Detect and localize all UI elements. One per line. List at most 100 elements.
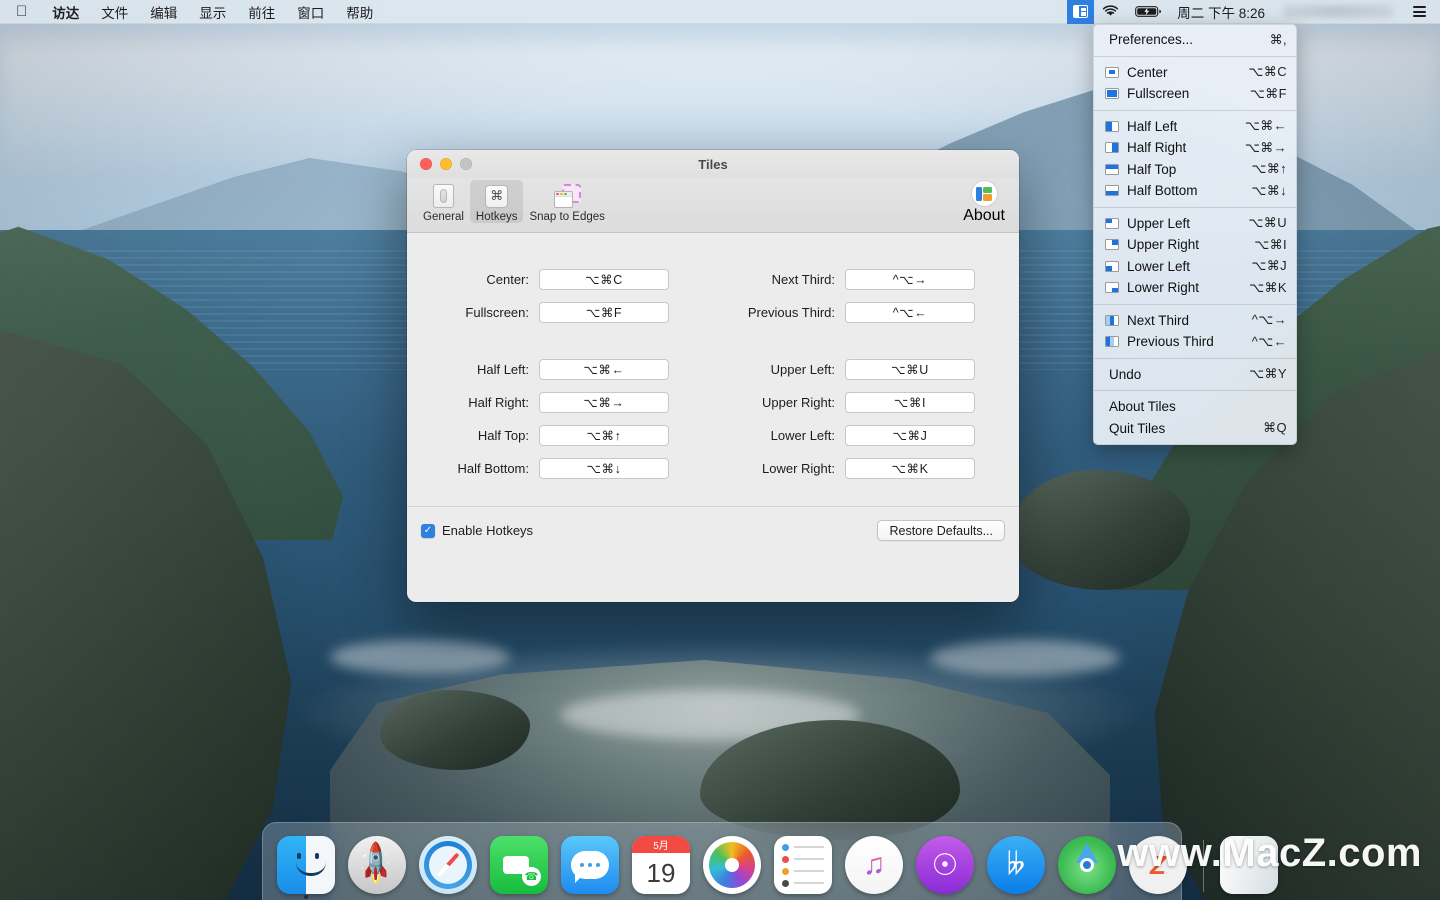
- hotkey-field-lower-right[interactable]: ⌥⌘K: [845, 458, 975, 479]
- battery-charging-icon[interactable]: [1127, 0, 1171, 24]
- menu-item-shortcut: ⌘,: [1269, 31, 1287, 47]
- hotkey-row-center: Center: ⌥⌘C: [407, 263, 713, 296]
- menubar-item-finder[interactable]: 访达: [41, 2, 90, 22]
- menu-item-label: Half Left: [1127, 118, 1178, 134]
- enable-hotkeys-checkbox[interactable]: ✓ Enable Hotkeys: [421, 523, 533, 538]
- app-store-icon: 𝄫: [987, 836, 1045, 894]
- dock-item-safari[interactable]: [419, 836, 477, 894]
- menu-item-shortcut: ⌥⌘←: [1244, 118, 1287, 134]
- menubar-item-go[interactable]: 前往: [237, 2, 286, 22]
- hotkey-field-half-left[interactable]: ⌥⌘←: [539, 359, 669, 380]
- menubar-item-file[interactable]: 文件: [90, 2, 139, 22]
- menu-bar:  访达 文件 编辑 显示 前往 窗口 帮助 周二: [0, 0, 1440, 24]
- menu-item-label: Upper Right: [1127, 237, 1200, 253]
- hotkey-row-lower-right: Lower Right: ⌥⌘K: [713, 452, 1019, 485]
- menu-item-previous-third[interactable]: Previous Third ^⌥←: [1094, 331, 1296, 353]
- menu-item-half-left[interactable]: Half Left ⌥⌘←: [1094, 116, 1296, 138]
- music-icon: ♫: [845, 836, 903, 894]
- tab-label: General: [423, 211, 464, 223]
- about-button[interactable]: About: [963, 178, 1009, 225]
- menu-item-lower-left[interactable]: Lower Left ⌥⌘J: [1094, 256, 1296, 278]
- hotkey-label: Previous Third:: [747, 305, 835, 320]
- dock-item-calendar[interactable]: 5月 19: [632, 836, 690, 894]
- wifi-icon[interactable]: [1094, 0, 1127, 24]
- hotkey-label: Lower Right:: [762, 461, 835, 476]
- menu-item-center[interactable]: Center ⌥⌘C: [1094, 62, 1296, 84]
- hotkey-field-fullscreen[interactable]: ⌥⌘F: [539, 302, 669, 323]
- hotkey-label: Upper Right:: [762, 395, 835, 410]
- hotkey-field-upper-left[interactable]: ⌥⌘U: [845, 359, 975, 380]
- hotkey-column-right: Next Third: ^⌥→ Previous Third: ^⌥← Uppe…: [713, 263, 1019, 540]
- dock-item-app-store[interactable]: 𝄫: [987, 836, 1045, 894]
- menu-item-label: Preferences...: [1109, 32, 1194, 48]
- safari-icon: [419, 836, 477, 894]
- restore-defaults-button[interactable]: Restore Defaults...: [877, 520, 1005, 541]
- menu-item-next-third[interactable]: Next Third ^⌥→: [1094, 310, 1296, 332]
- dock-item-messages[interactable]: [561, 836, 619, 894]
- menu-item-shortcut: ⌥⌘↓: [1251, 182, 1287, 198]
- window-toolbar: General ⌘ Hotkeys Snap to Edges About: [407, 178, 1019, 233]
- account-name-blurred[interactable]: [1275, 0, 1401, 24]
- photos-icon: [703, 836, 761, 894]
- hotkey-field-half-bottom[interactable]: ⌥⌘↓: [539, 458, 669, 479]
- hotkey-field-next-third[interactable]: ^⌥→: [845, 269, 975, 290]
- menubar-status-area: 周二 下午 8:26: [1067, 0, 1440, 24]
- menu-item-half-right[interactable]: Half Right ⌥⌘→: [1094, 137, 1296, 159]
- hotkey-field-previous-third[interactable]: ^⌥←: [845, 302, 975, 323]
- tile-next-third-icon: [1104, 314, 1120, 326]
- checkbox-label: Enable Hotkeys: [442, 523, 534, 538]
- menu-item-shortcut: ⌥⌘C: [1248, 64, 1287, 80]
- menu-item-half-top[interactable]: Half Top ⌥⌘↑: [1094, 159, 1296, 181]
- menu-item-preferences[interactable]: Preferences... ⌘,: [1094, 29, 1296, 51]
- hotkey-field-center[interactable]: ⌥⌘C: [539, 269, 669, 290]
- hotkey-field-half-top[interactable]: ⌥⌘↑: [539, 425, 669, 446]
- window-titlebar[interactable]: Tiles: [407, 150, 1019, 178]
- dock-item-find-my[interactable]: [1058, 836, 1116, 894]
- menubar-clock[interactable]: 周二 下午 8:26: [1171, 2, 1275, 22]
- menu-item-label: Upper Left: [1127, 215, 1191, 231]
- hotkey-row-half-bottom: Half Bottom: ⌥⌘↓: [407, 452, 713, 485]
- tile-upper-left-icon: [1104, 217, 1120, 229]
- menu-item-about-tiles[interactable]: About Tiles: [1094, 396, 1296, 418]
- find-my-icon: [1058, 836, 1116, 894]
- menubar-item-help[interactable]: 帮助: [335, 2, 384, 22]
- dock-item-music[interactable]: ♫: [845, 836, 903, 894]
- tab-hotkeys[interactable]: ⌘ Hotkeys: [469, 180, 524, 223]
- menu-separator: [1094, 390, 1296, 391]
- control-center-icon[interactable]: [1401, 6, 1440, 17]
- menu-item-shortcut: ⌥⌘F: [1249, 85, 1287, 101]
- hotkey-row-half-right: Half Right: ⌥⌘→: [407, 386, 713, 419]
- dock-item-finder[interactable]: [277, 836, 335, 899]
- menu-item-lower-right[interactable]: Lower Right ⌥⌘K: [1094, 277, 1296, 299]
- hotkey-field-lower-left[interactable]: ⌥⌘J: [845, 425, 975, 446]
- tiles-menu-icon[interactable]: [1067, 0, 1095, 24]
- dock-item-photos[interactable]: [703, 836, 761, 894]
- menu-item-upper-left[interactable]: Upper Left ⌥⌘U: [1094, 213, 1296, 235]
- dock-item-reminders[interactable]: [774, 836, 832, 894]
- dock-item-launchpad[interactable]: 🚀: [348, 836, 406, 894]
- tab-snap-to-edges[interactable]: Snap to Edges: [523, 180, 610, 223]
- menu-item-undo[interactable]: Undo ⌥⌘Y: [1094, 364, 1296, 386]
- hotkey-field-half-right[interactable]: ⌥⌘→: [539, 392, 669, 413]
- snap-to-edges-icon: [553, 182, 581, 210]
- hotkey-label: Half Right:: [468, 395, 529, 410]
- menu-separator: [1094, 357, 1296, 359]
- menubar-item-edit[interactable]: 编辑: [139, 2, 188, 22]
- menu-item-label: Lower Left: [1127, 258, 1191, 274]
- hotkey-field-upper-right[interactable]: ⌥⌘I: [845, 392, 975, 413]
- dock-item-facetime[interactable]: ☎: [490, 836, 548, 894]
- menu-item-fullscreen[interactable]: Fullscreen ⌥⌘F: [1094, 83, 1296, 105]
- hotkey-row-half-left: Half Left: ⌥⌘←: [407, 353, 713, 386]
- calendar-day: 19: [646, 858, 676, 888]
- menubar-item-window[interactable]: 窗口: [286, 2, 335, 22]
- menu-item-quit-tiles[interactable]: Quit Tiles ⌘Q: [1094, 418, 1296, 440]
- apple-logo-icon[interactable]: : [0, 4, 41, 19]
- menu-item-upper-right[interactable]: Upper Right ⌥⌘I: [1094, 234, 1296, 256]
- menubar-item-view[interactable]: 显示: [188, 2, 237, 22]
- dock-item-podcasts[interactable]: ☉: [916, 836, 974, 894]
- menu-item-half-bottom[interactable]: Half Bottom ⌥⌘↓: [1094, 180, 1296, 202]
- hotkey-columns: Center: ⌥⌘C Fullscreen: ⌥⌘F Half Left: ⌥…: [407, 233, 1019, 540]
- tab-general[interactable]: General: [417, 180, 470, 223]
- hotkey-label: Next Third:: [771, 272, 835, 287]
- messages-icon: [561, 836, 619, 894]
